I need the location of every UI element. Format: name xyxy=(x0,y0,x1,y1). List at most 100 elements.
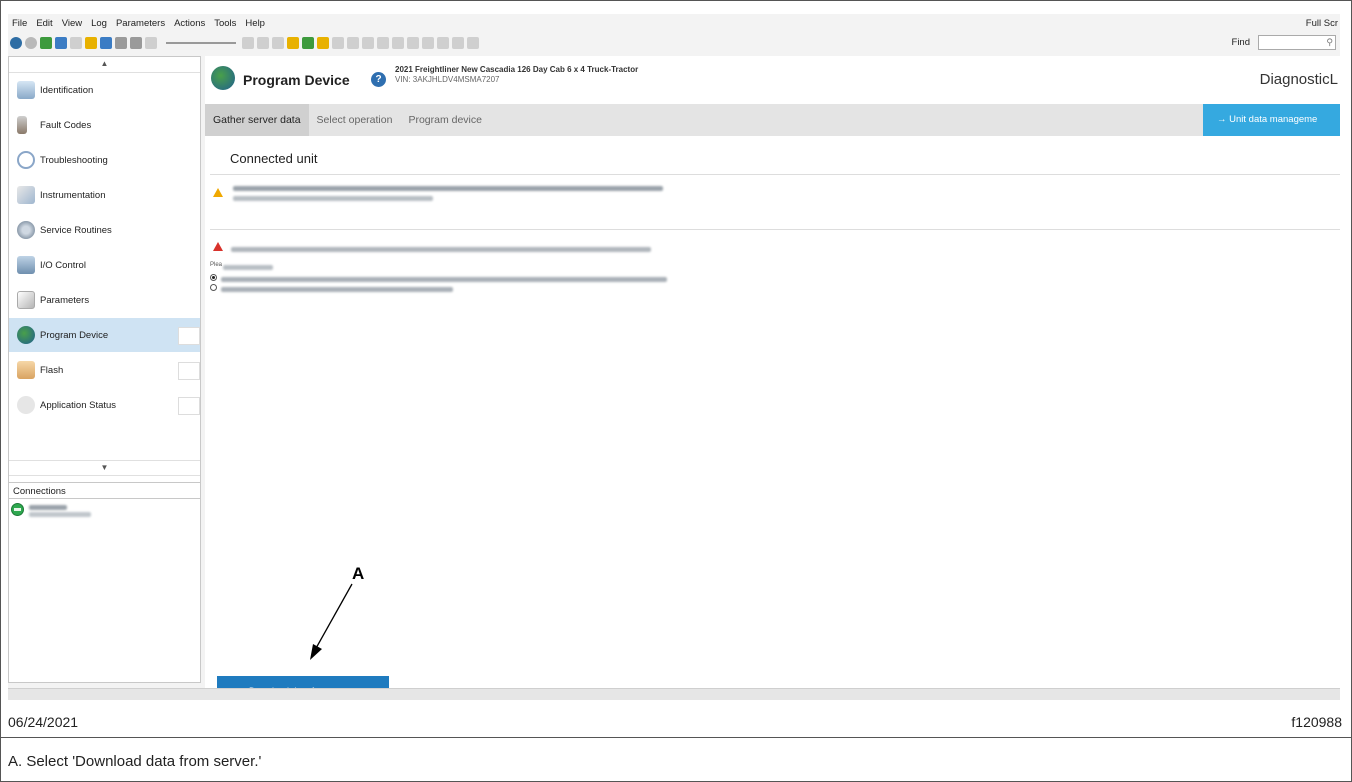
redacted-text xyxy=(221,277,667,282)
flag-icon[interactable] xyxy=(287,37,299,49)
search-icon[interactable]: ⚲ xyxy=(1326,37,1333,48)
connection-details-redacted xyxy=(29,503,91,519)
chart-icon[interactable] xyxy=(302,37,314,49)
figure-date: 06/24/2021 xyxy=(8,714,79,730)
instrumentation-icon xyxy=(17,186,35,204)
sidebar-item-badge xyxy=(178,397,200,415)
menu-help[interactable]: Help xyxy=(245,18,265,29)
snapshot-icon[interactable] xyxy=(70,37,82,49)
sidebar-item-label: Flash xyxy=(40,364,64,376)
link-icon[interactable] xyxy=(422,37,434,49)
error-icon xyxy=(213,242,223,251)
sidebar-item-label: Application Status xyxy=(40,399,117,411)
sidebar-item-troubleshooting[interactable]: Troubleshooting xyxy=(9,143,200,178)
sidebar-item-label: Program Device xyxy=(40,329,109,341)
forward-icon[interactable] xyxy=(25,37,37,49)
tab-program-device[interactable]: Program device xyxy=(400,104,490,136)
io-control-icon xyxy=(17,256,35,274)
tab-gather-server-data[interactable]: Gather server data xyxy=(205,104,309,136)
brand-logo: DiagnosticL xyxy=(1259,71,1338,88)
redacted-text xyxy=(223,265,273,270)
sidebar-item-service-routines[interactable]: Service Routines xyxy=(9,213,200,248)
redacted-text xyxy=(233,186,663,191)
program-device-icon xyxy=(211,66,235,90)
grid-icon[interactable] xyxy=(377,37,389,49)
operation-radio-1[interactable] xyxy=(210,274,217,281)
fast-forward-icon[interactable] xyxy=(242,37,254,49)
parameters-icon xyxy=(17,291,35,309)
sidebar-item-parameters[interactable]: Parameters xyxy=(9,283,200,318)
sidebar-item-application-status[interactable]: Application Status xyxy=(9,388,200,423)
playback-slider[interactable] xyxy=(166,42,236,44)
connection-item[interactable] xyxy=(9,499,200,523)
play-icon[interactable] xyxy=(100,37,112,49)
tab-select-operation[interactable]: Select operation xyxy=(309,104,401,136)
menu-tools[interactable]: Tools xyxy=(214,18,236,29)
application-status-icon xyxy=(17,396,35,414)
find-area: Find ⚲ xyxy=(1232,35,1336,50)
toolbar: Find ⚲ xyxy=(8,32,1340,54)
connections-title: Connections xyxy=(9,483,200,499)
menu-file[interactable]: File xyxy=(12,18,27,29)
operation-radio-2[interactable] xyxy=(210,284,217,291)
marker-icon[interactable] xyxy=(272,37,284,49)
menu-log[interactable]: Log xyxy=(91,18,107,29)
identification-icon xyxy=(17,81,35,99)
sidebar-item-label: Parameters xyxy=(40,294,90,306)
search-tool-icon[interactable] xyxy=(437,37,449,49)
menu-parameters[interactable]: Parameters xyxy=(116,18,165,29)
skip-back-icon[interactable] xyxy=(130,37,142,49)
table-icon[interactable] xyxy=(362,37,374,49)
stop-icon[interactable] xyxy=(115,37,127,49)
app-screenshot: File Edit View Log Parameters Actions To… xyxy=(8,14,1340,700)
settings-icon[interactable] xyxy=(467,37,479,49)
record-icon[interactable] xyxy=(85,37,97,49)
find-input[interactable]: ⚲ xyxy=(1258,35,1336,50)
zoom-icon[interactable] xyxy=(332,37,344,49)
sidebar-scroll-down-button[interactable]: ▼ xyxy=(9,460,200,476)
redacted-text xyxy=(233,196,433,201)
sidebar-item-io-control[interactable]: I/O Control xyxy=(9,248,200,283)
callout-label: A xyxy=(352,564,365,583)
skip-forward-icon[interactable] xyxy=(257,37,269,49)
connected-unit-title: Connected unit xyxy=(230,151,318,166)
bookmark-icon[interactable] xyxy=(317,37,329,49)
sidebar-item-fault-codes[interactable]: Fault Codes xyxy=(9,108,200,143)
figure-id: f120988 xyxy=(1291,714,1342,730)
print-icon[interactable] xyxy=(452,37,464,49)
sidebar-item-flash[interactable]: Flash xyxy=(9,353,200,388)
undo-icon[interactable] xyxy=(392,37,404,49)
refresh-icon[interactable] xyxy=(55,37,67,49)
page-header: Program Device ? 2021 Freightliner New C… xyxy=(205,56,1340,104)
rewind-icon[interactable] xyxy=(145,37,157,49)
unit-data-management-button[interactable]: → Unit data manageme xyxy=(1203,104,1340,136)
connect-icon[interactable] xyxy=(40,37,52,49)
menu-edit[interactable]: Edit xyxy=(36,18,52,29)
menu-view[interactable]: View xyxy=(62,18,82,29)
connections-panel: Connections xyxy=(9,482,200,682)
sidebar-item-instrumentation[interactable]: Instrumentation xyxy=(9,178,200,213)
menu-actions[interactable]: Actions xyxy=(174,18,205,29)
status-bar xyxy=(8,688,1340,700)
redacted-text xyxy=(29,505,67,510)
full-screen-button[interactable]: Full Scr xyxy=(1306,18,1338,29)
content-area: Connected unit Plea Download data from s… xyxy=(205,136,1340,700)
back-icon[interactable] xyxy=(10,37,22,49)
sidebar-item-identification[interactable]: Identification xyxy=(9,73,200,108)
sidebar-item-label: Identification xyxy=(40,84,94,96)
step-tabs: Gather server data Select operation Prog… xyxy=(205,104,1340,136)
flash-icon xyxy=(17,361,35,379)
redacted-text xyxy=(29,512,91,517)
help-icon[interactable]: ? xyxy=(371,72,386,87)
instruction-prefix: Plea xyxy=(210,262,223,268)
service-routines-icon xyxy=(17,221,35,239)
divider xyxy=(0,737,1352,738)
divider xyxy=(210,229,1340,230)
sidebar-item-badge xyxy=(178,362,200,380)
connection-status-icon xyxy=(11,503,24,516)
divider xyxy=(210,174,1340,175)
add-icon[interactable] xyxy=(347,37,359,49)
sidebar-scroll-up-button[interactable]: ▲ xyxy=(9,57,200,73)
filter-icon[interactable] xyxy=(407,37,419,49)
sidebar-item-program-device[interactable]: Program Device xyxy=(9,318,200,353)
